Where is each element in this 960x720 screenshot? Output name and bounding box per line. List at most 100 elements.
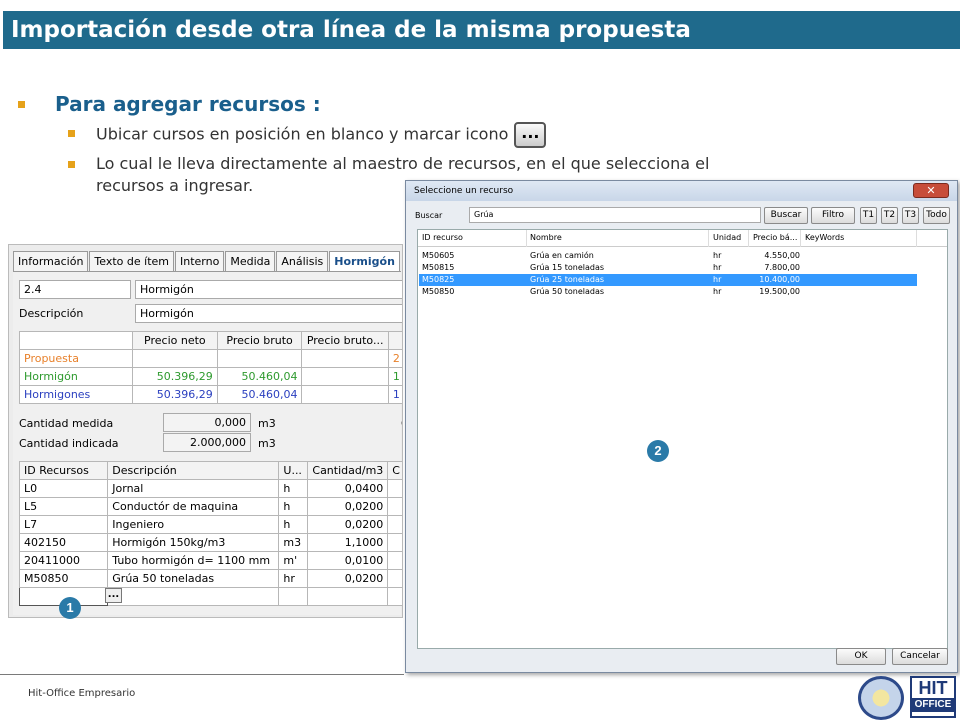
col-c[interactable]: C xyxy=(387,461,402,480)
col-cantidad[interactable]: Cantidad/m3 xyxy=(307,461,389,480)
footer-divider xyxy=(0,674,404,675)
resource-unit: hr xyxy=(278,569,309,588)
list-item[interactable]: M50815 Grúa 15 toneladas hr 7.800,00 xyxy=(419,262,917,274)
search-button[interactable]: Buscar xyxy=(764,207,808,224)
bullet-2-line-1: Lo cual le lleva directamente al maestro… xyxy=(96,154,710,173)
resource-qty: 0,0400 xyxy=(307,479,389,498)
row-id: M50825 xyxy=(422,275,455,284)
resource-unit: h xyxy=(278,515,309,534)
col-unidad[interactable]: Unidad xyxy=(713,230,741,246)
search-input[interactable]: Grúa xyxy=(469,207,761,223)
list-header: ID recurso Nombre Unidad Precio bá... Ke… xyxy=(418,230,947,247)
logo-text-top: HIT xyxy=(918,678,948,698)
resource-unit: h xyxy=(278,497,309,516)
resource-id: 20411000 xyxy=(18,551,109,570)
price-row[interactable]: Hormigón 50.396,29 50.460,04 1 xyxy=(19,367,402,386)
tab-hormigon[interactable]: Hormigón xyxy=(329,251,400,271)
item-name-field[interactable]: Hormigón xyxy=(135,280,402,299)
side-label-c: C xyxy=(401,417,402,430)
price-row[interactable]: Hormigones 50.396,29 50.460,04 1 xyxy=(19,385,402,404)
tab-texto-item[interactable]: Texto de ítem xyxy=(89,251,174,271)
row-price: 4.550,00 xyxy=(764,251,800,260)
col-nombre[interactable]: Nombre xyxy=(530,230,562,246)
row-unit: hr xyxy=(713,251,722,260)
resource-qty: 0,0100 xyxy=(307,551,389,570)
slide-title: Importación desde otra línea de la misma… xyxy=(3,11,960,49)
resource-row[interactable]: L7 Ingeniero h 0,0200 xyxy=(18,515,402,534)
ellipsis-icon: ... xyxy=(514,122,547,148)
col-precio-bruto[interactable]: Precio bruto xyxy=(216,331,303,350)
browse-resources-button[interactable]: ... xyxy=(105,588,122,603)
tab-analisis[interactable]: Análisis xyxy=(276,251,329,271)
resource-desc: Hormigón 150kg/m3 xyxy=(107,533,280,552)
close-icon[interactable]: ✕ xyxy=(913,183,949,198)
bullet-square-icon xyxy=(68,161,75,168)
resource-desc: Jornal xyxy=(107,479,280,498)
row-unit: hr xyxy=(713,275,722,284)
row-price: 7.800,00 xyxy=(764,263,800,272)
all-button[interactable]: Todo xyxy=(923,207,950,224)
tab-medida[interactable]: Medida xyxy=(225,251,276,271)
resource-row[interactable]: 20411000 Tubo hormigón d= 1100 mm m' 0,0100 xyxy=(18,551,402,570)
tab-panel: 2.4 Hormigón Descripción Hormigón Precio… xyxy=(13,271,402,615)
price-row-name: Propuesta xyxy=(19,349,133,368)
col-id-recursos[interactable]: ID Recursos xyxy=(18,461,109,480)
list-item-selected[interactable]: M50825 Grúa 25 toneladas hr 10.400,00 xyxy=(419,274,917,286)
list-item[interactable]: M50850 Grúa 50 toneladas hr 19.500,00 xyxy=(419,286,917,298)
side-label-d: D xyxy=(401,437,402,450)
resource-id: M50850 xyxy=(18,569,109,588)
row-name: Grúa 15 toneladas xyxy=(530,263,605,272)
row-id: M50815 xyxy=(422,263,455,272)
resource-desc: Tubo hormigón d= 1100 mm xyxy=(107,551,280,570)
price-row[interactable]: Propuesta 2 xyxy=(19,349,402,368)
col-id-recurso[interactable]: ID recurso xyxy=(422,230,463,246)
col-precio-neto[interactable]: Precio neto xyxy=(131,331,218,350)
cantidad-indicada-label: Cantidad indicada xyxy=(19,437,119,450)
resource-unit: h xyxy=(278,479,309,498)
col-precio-bruto-2[interactable]: Precio bruto... xyxy=(301,331,389,350)
list-item[interactable]: M50605 Grúa en camión hr 4.550,00 xyxy=(419,250,917,262)
row-name: Grúa 50 toneladas xyxy=(530,287,605,296)
logo-text-bottom: OFFICE xyxy=(912,698,954,712)
t2-button[interactable]: T2 xyxy=(881,207,898,224)
filter-button[interactable]: Filtro xyxy=(811,207,855,224)
dialog-title: Seleccione un recurso xyxy=(406,181,957,201)
row-name: Grúa 25 toneladas xyxy=(530,275,605,284)
cantidad-indicada-field[interactable]: 2.000,000 xyxy=(163,433,251,452)
tab-bar: Información Texto de ítem Interno Medida… xyxy=(13,251,401,271)
col-unidad[interactable]: U... xyxy=(278,461,309,480)
description-field[interactable]: Hormigón xyxy=(135,304,402,323)
resource-row[interactable]: L0 Jornal h 0,0400 xyxy=(18,479,402,498)
cantidad-medida-field[interactable]: 0,000 xyxy=(163,413,251,432)
step-marker-2: 2 xyxy=(647,440,669,462)
col-precio-base[interactable]: Precio bá... xyxy=(753,230,797,246)
resource-row[interactable]: 402150 Hormigón 150kg/m3 m3 1,1000 xyxy=(18,533,402,552)
col-keywords[interactable]: KeyWords xyxy=(805,230,844,246)
resource-qty: 0,0200 xyxy=(307,497,389,516)
col-descripcion[interactable]: Descripción xyxy=(107,461,280,480)
unit-label: m3 xyxy=(258,437,276,450)
bullet-1-text: Ubicar cursos en posición en blanco y ma… xyxy=(96,124,509,144)
t3-button[interactable]: T3 xyxy=(902,207,919,224)
resource-qty: 0,0200 xyxy=(307,515,389,534)
tab-informacion[interactable]: Información xyxy=(13,251,89,271)
row-unit: hr xyxy=(713,287,722,296)
ok-button[interactable]: OK xyxy=(836,648,886,665)
item-window: Información Texto de ítem Interno Medida… xyxy=(8,244,403,618)
price-bruto: 50.460,04 xyxy=(216,385,303,404)
price-bruto: 50.460,04 xyxy=(216,367,303,386)
tab-interno[interactable]: Interno xyxy=(175,251,225,271)
resource-row[interactable]: M50850 Grúa 50 toneladas hr 0,0200 xyxy=(18,569,402,588)
t1-button[interactable]: T1 xyxy=(860,207,877,224)
bullet-1: Ubicar cursos en posición en blanco y ma… xyxy=(68,122,547,148)
cancel-button[interactable]: Cancelar xyxy=(892,648,948,665)
cantidad-medida-label: Cantidad medida xyxy=(19,417,114,430)
row-unit: hr xyxy=(713,263,722,272)
price-bruto xyxy=(216,349,303,368)
price-extra: 1 xyxy=(387,385,402,404)
row-id: M50605 xyxy=(422,251,455,260)
footer-text: Hit-Office Empresario xyxy=(28,688,136,699)
resource-id: L7 xyxy=(18,515,109,534)
resource-row[interactable]: L5 Conductór de maquina h 0,0200 xyxy=(18,497,402,516)
item-code-field[interactable]: 2.4 xyxy=(19,280,131,299)
